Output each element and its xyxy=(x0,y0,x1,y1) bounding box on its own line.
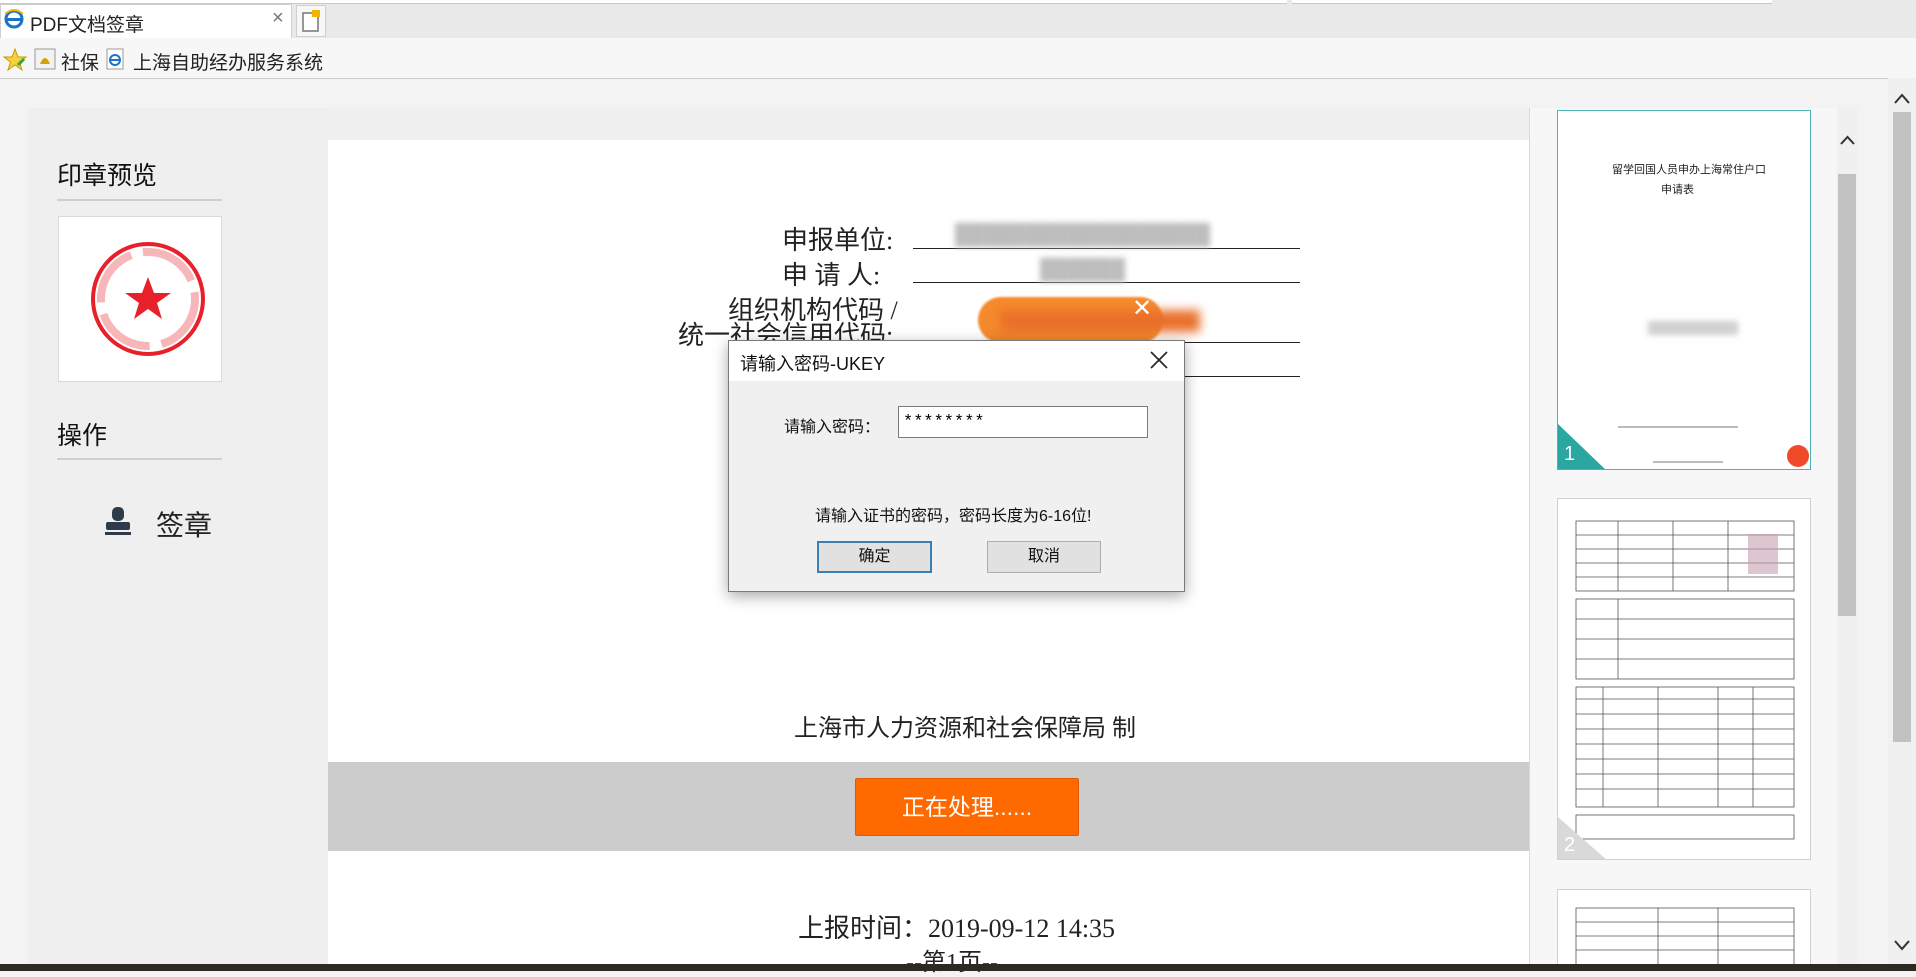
promo-close-icon[interactable]: ✕ xyxy=(1132,294,1152,323)
redacted-text: ██████████████████ xyxy=(955,224,1211,246)
scroll-up-icon[interactable] xyxy=(1888,88,1916,110)
seal-image xyxy=(91,242,205,356)
password-label: 请输入密码： xyxy=(784,419,881,436)
seal-preview xyxy=(58,216,222,382)
ok-button[interactable]: 确定 xyxy=(817,541,932,573)
new-tab-button[interactable] xyxy=(296,5,326,37)
field-label-applicant: 申 请 人: xyxy=(782,261,881,290)
thumbnail-table xyxy=(1575,907,1795,970)
seal-preview-heading: 印章预览 xyxy=(57,162,158,190)
ie-page-icon xyxy=(106,48,124,70)
report-time: 上报时间：2019-09-12 14:35 xyxy=(798,914,1116,943)
thumbnail-scrollbar-thumb[interactable] xyxy=(1838,174,1856,616)
thumbnail-line xyxy=(1653,461,1723,463)
thumbnail-table xyxy=(1558,520,1795,859)
thumbnail-number: 1 xyxy=(1564,443,1576,465)
new-tab-icon xyxy=(302,10,320,32)
page-thumbnail-3[interactable] xyxy=(1557,889,1811,971)
shebao-icon xyxy=(34,48,56,70)
thumbnail-line xyxy=(1618,426,1738,428)
favorite-link-shebao[interactable]: 社保 xyxy=(61,48,99,75)
favorite-link-shanghai-self-service[interactable]: 上海自助经办服务系统 xyxy=(133,48,323,75)
redacted-text: ██████ xyxy=(1040,259,1126,281)
field-line xyxy=(1184,376,1300,377)
search-bar-edge xyxy=(1292,0,1772,4)
divider xyxy=(57,458,222,460)
redacted-text xyxy=(1648,321,1738,335)
page-number: --第1页-- xyxy=(906,950,998,976)
field-label-unit: 申报单位: xyxy=(782,226,894,255)
tab-close-icon[interactable]: × xyxy=(272,7,284,30)
issuer-text: 上海市人力资源和社会保障局 制 xyxy=(794,716,1136,742)
thumbnail-subtitle: 申请表 xyxy=(1661,184,1694,196)
favorites-star-icon[interactable] xyxy=(2,47,28,73)
taskbar-edge xyxy=(0,964,1916,971)
page-scrollbar-thumb[interactable] xyxy=(1893,112,1911,742)
divider xyxy=(57,199,222,201)
promo-badge-text xyxy=(1000,310,1200,332)
password-input[interactable] xyxy=(898,406,1148,438)
tab-title: PDF文档签章 xyxy=(30,15,145,36)
stamp-icon xyxy=(105,507,131,535)
sign-button-label: 签章 xyxy=(156,510,213,541)
thumbnail-number: 2 xyxy=(1564,834,1576,856)
page-thumbnail-1[interactable]: 留学回国人员申办上海常住户口 申请表 1 xyxy=(1557,110,1811,470)
signature-marker xyxy=(1787,445,1809,467)
scroll-up-icon[interactable] xyxy=(1837,130,1858,150)
password-hint: 请输入证书的密码，密码长度为6-16位! xyxy=(815,508,1092,525)
dialog-close-icon[interactable] xyxy=(1145,346,1173,374)
scroll-down-icon[interactable] xyxy=(1888,934,1916,956)
cancel-button[interactable]: 取消 xyxy=(987,541,1101,573)
thumbnail-title: 留学回国人员申办上海常住户口 xyxy=(1612,164,1766,176)
page-thumbnail-2[interactable]: 2 xyxy=(1557,498,1811,860)
ie-icon xyxy=(4,9,24,29)
operations-heading: 操作 xyxy=(57,422,108,450)
field-line xyxy=(913,248,1300,249)
field-line xyxy=(913,282,1300,283)
processing-button[interactable]: 正在处理...... xyxy=(855,778,1079,836)
dialog-title: 请输入密码-UKEY xyxy=(740,354,886,374)
